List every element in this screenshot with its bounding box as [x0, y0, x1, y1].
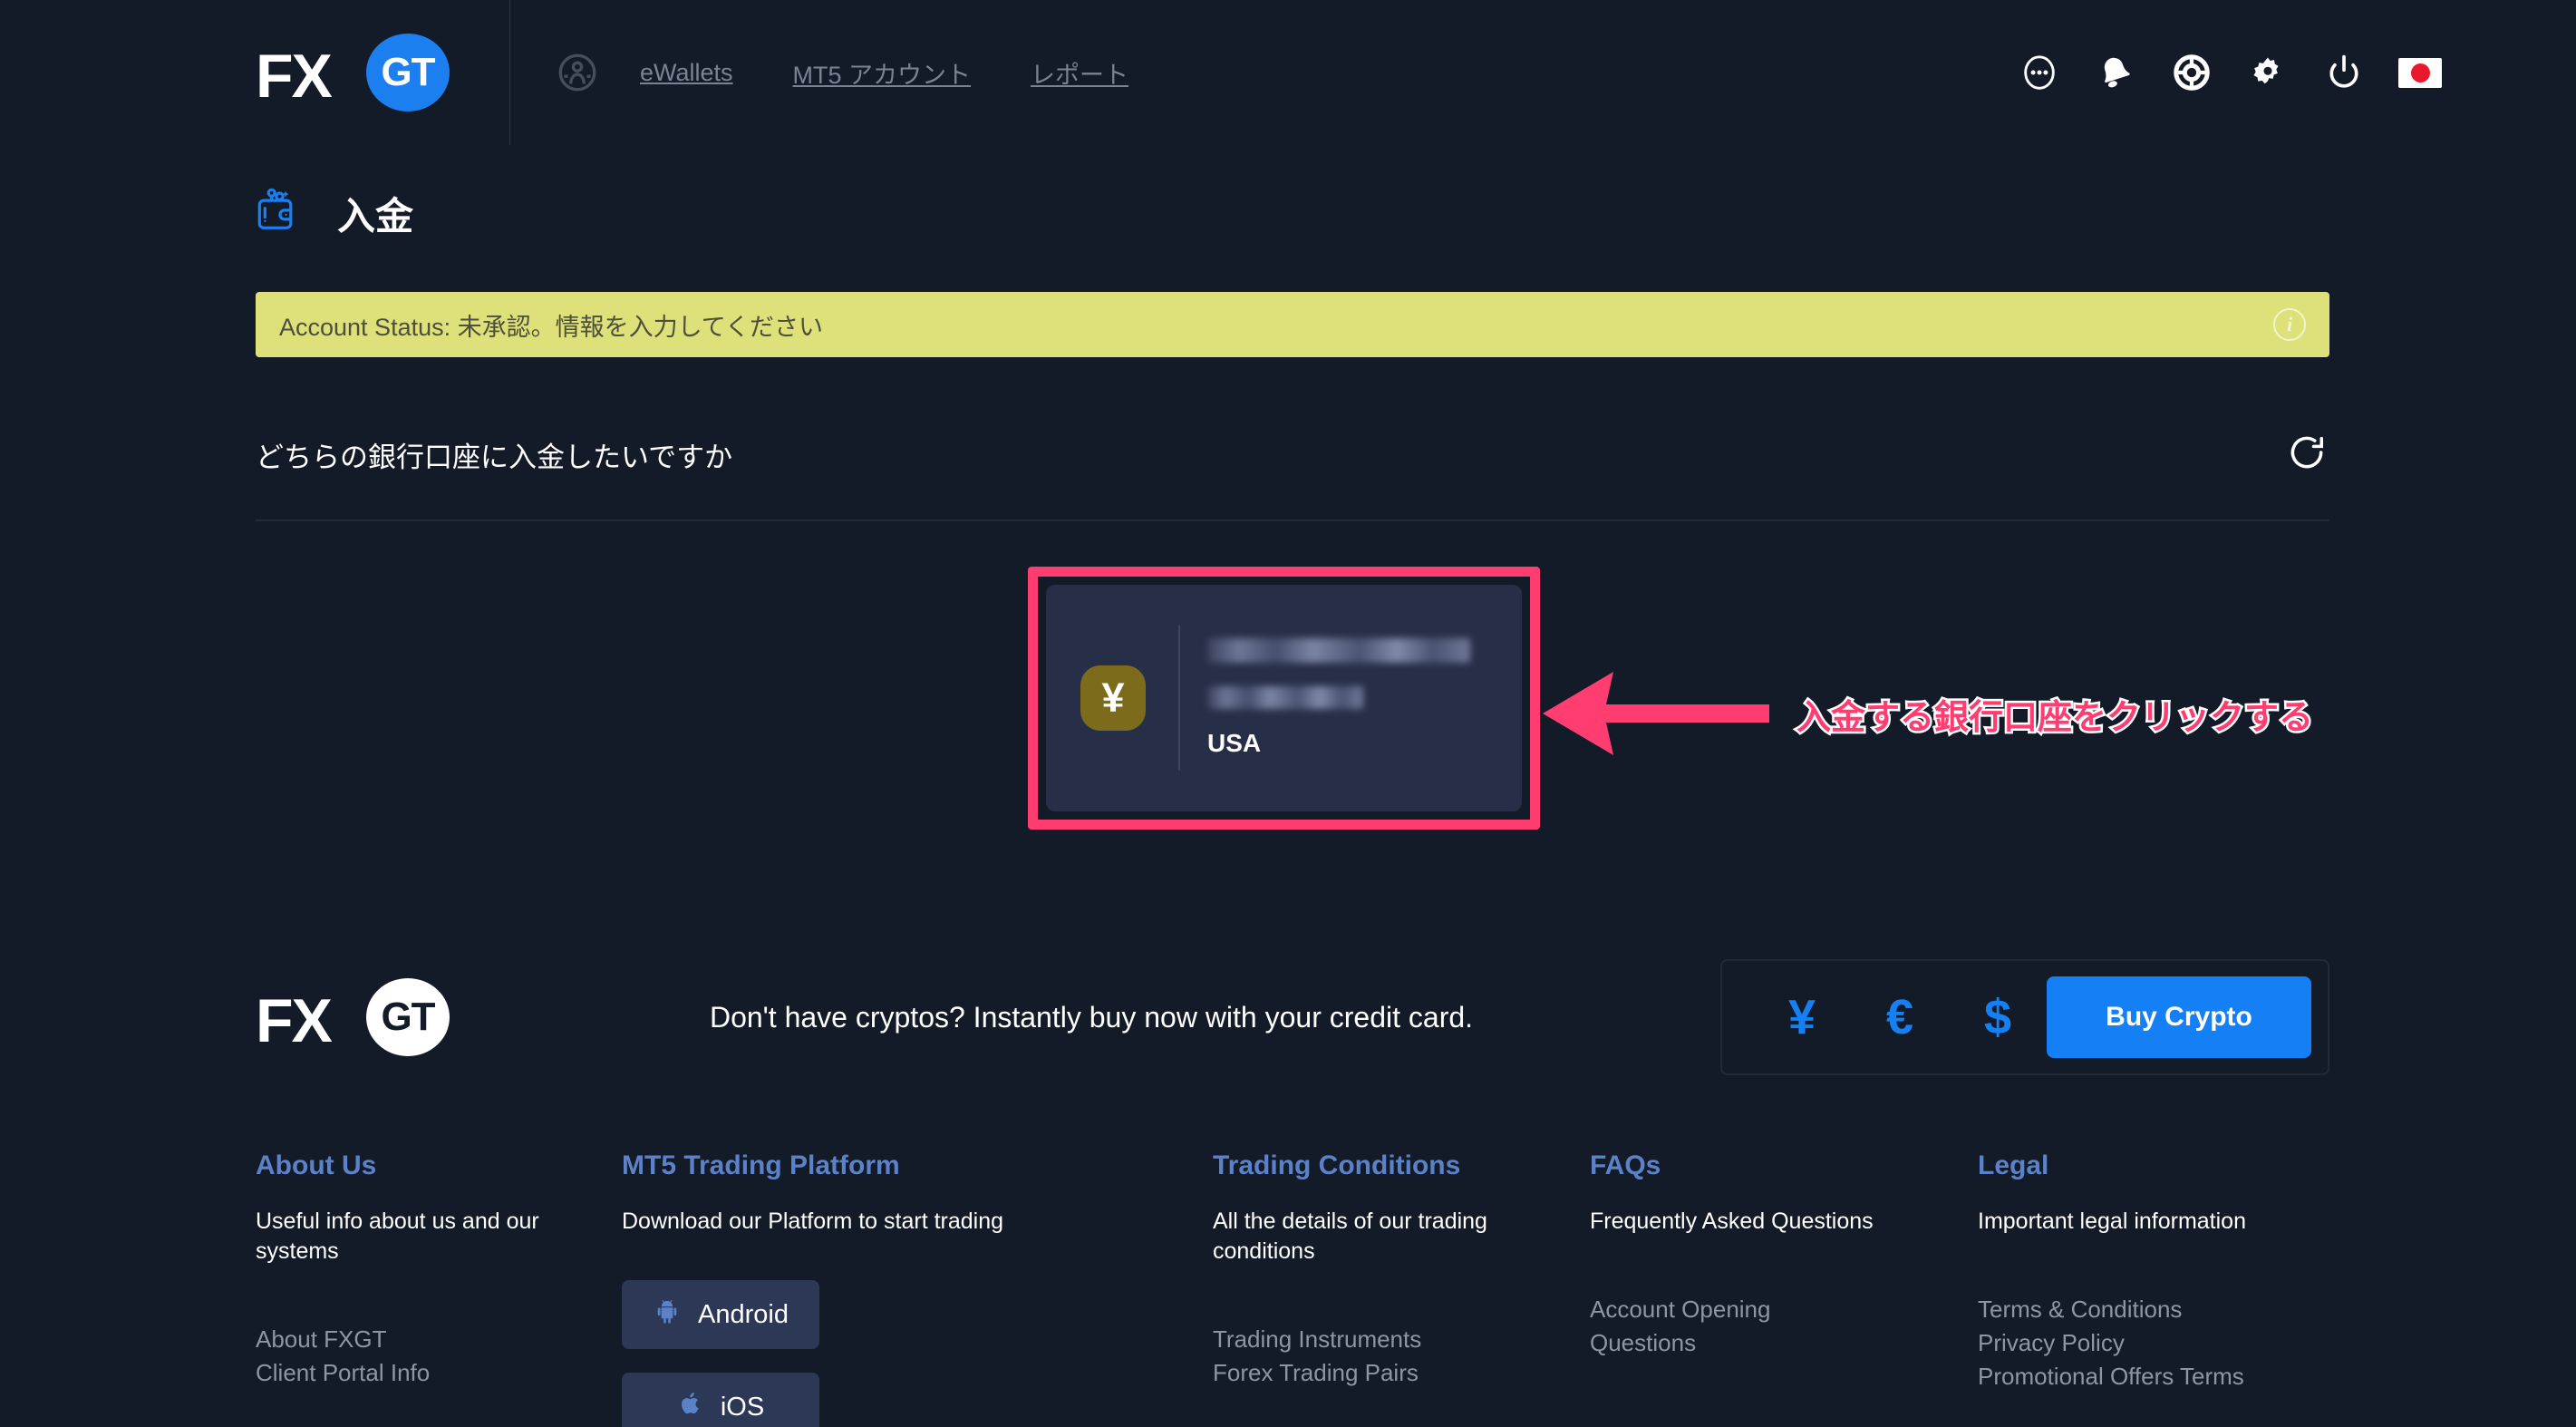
bell-icon[interactable] — [2077, 34, 2154, 111]
brand-logo[interactable]: FX GT — [256, 0, 466, 145]
android-download-button[interactable]: Android — [622, 1280, 819, 1349]
footer-links-trading-conditions: Trading Instruments Forex Trading Pairs — [1213, 1323, 1590, 1390]
footer-logo-fx-text: FX — [256, 986, 333, 1055]
bank-account-card[interactable]: ¥ USA — [1046, 585, 1522, 811]
nav-dashboard-icon[interactable] — [545, 40, 610, 105]
footer-links-legal: Terms & Conditions Privacy Policy Promot… — [1978, 1293, 2322, 1394]
footer-column-trading-conditions: Trading Conditions All the details of ou… — [1213, 1150, 1590, 1427]
footer-heading-about[interactable]: About Us — [256, 1150, 622, 1181]
footer-column-mt5: MT5 Trading Platform Download our Platfo… — [622, 1150, 1213, 1427]
card-separator — [1178, 626, 1180, 771]
footer-heading-trading-conditions[interactable]: Trading Conditions — [1213, 1150, 1590, 1181]
page-title: 入金 — [337, 195, 414, 238]
bank-card-highlight: ¥ USA — [1028, 567, 1540, 830]
footer-brand-logo: FX GT — [256, 978, 499, 1056]
nav-item-reports[interactable]: レポート — [1001, 55, 1158, 91]
bank-account-redacted — [1207, 686, 1363, 709]
logo-gt-badge: GT — [366, 34, 450, 112]
app-header: FX GT eWallets MT5 アカウント レポート — [0, 0, 2576, 145]
status-banner-text: Account Status: 未承認。情報を入力してください — [279, 313, 823, 341]
bank-question-row: どちらの銀行口座に入金したいですか — [256, 430, 2329, 521]
footer-desc-mt5: Download our Platform to start trading — [622, 1209, 1004, 1234]
bank-cards-area: ¥ USA 入金する銀行口座をクリックする — [256, 559, 2329, 868]
wallet-icon — [256, 186, 306, 241]
footer-desc-legal: Important legal information — [1978, 1209, 2246, 1234]
footer-heading-legal[interactable]: Legal — [1978, 1150, 2322, 1181]
more-icon[interactable] — [2001, 34, 2077, 111]
ios-download-button[interactable]: iOS — [622, 1373, 819, 1427]
crypto-buy-box: ¥ € $ Buy Crypto — [1720, 959, 2329, 1075]
footer-logo-gt-text: GT — [381, 995, 435, 1039]
gear-icon[interactable] — [2230, 34, 2306, 111]
footer-link-trading-instruments[interactable]: Trading Instruments — [1213, 1323, 1590, 1356]
footer-links-faqs: Account Opening Questions — [1590, 1293, 1978, 1360]
footer-desc-trading-conditions: All the details of our trading condition… — [1213, 1209, 1487, 1264]
apple-icon — [677, 1389, 704, 1425]
footer-link-promotional-offers-terms[interactable]: Promotional Offers Terms — [1978, 1360, 2322, 1393]
footer-link-questions[interactable]: Questions — [1590, 1326, 1978, 1360]
android-button-label: Android — [698, 1299, 789, 1329]
footer-desc-about: Useful info about us and our systems — [256, 1209, 539, 1264]
bank-card-info: USA — [1207, 638, 1470, 758]
page-content: 入金 Account Status: 未承認。情報を入力してください i どちら… — [0, 186, 2576, 1427]
bank-name-redacted — [1207, 638, 1470, 663]
ios-button-label: iOS — [720, 1392, 765, 1422]
currency-yen-icon: ¥ — [1787, 990, 1816, 1044]
buy-crypto-button[interactable]: Buy Crypto — [2047, 976, 2311, 1058]
header-divider — [509, 0, 510, 145]
currency-dollar-icon: $ — [1983, 990, 2012, 1044]
flag-icon[interactable] — [2382, 34, 2458, 111]
bank-card-country: USA — [1207, 729, 1262, 757]
refresh-icon[interactable] — [2284, 430, 2329, 480]
footer-link-forex-trading-pairs[interactable]: Forex Trading Pairs — [1213, 1356, 1590, 1390]
currency-euro-icon: € — [1885, 990, 1914, 1044]
nav-item-mt5-accounts[interactable]: MT5 アカウント — [763, 55, 1002, 91]
crypto-banner: FX GT Don't have cryptos? Instantly buy … — [256, 958, 2329, 1076]
footer-heading-faqs[interactable]: FAQs — [1590, 1150, 1978, 1181]
main-nav: eWallets MT5 アカウント レポート — [545, 0, 1158, 145]
bank-question-text: どちらの銀行口座に入金したいですか — [256, 442, 733, 473]
annotation-group: 入金する銀行口座をクリックする — [1543, 659, 2316, 768]
site-footer: About Us Useful info about us and our sy… — [256, 1150, 2329, 1427]
footer-column-faqs: FAQs Frequently Asked Questions Account … — [1590, 1150, 1978, 1427]
footer-link-about-fxgt[interactable]: About FXGT — [256, 1323, 622, 1356]
footer-link-account-opening[interactable]: Account Opening — [1590, 1293, 1978, 1326]
footer-desc-faqs: Frequently Asked Questions — [1590, 1209, 1874, 1234]
status-banner: Account Status: 未承認。情報を入力してください i — [256, 292, 2329, 357]
left-arrow-icon — [1543, 672, 1769, 755]
annotation-text: 入金する銀行口座をクリックする — [1794, 696, 2315, 739]
footer-link-client-portal-info[interactable]: Client Portal Info — [256, 1356, 622, 1390]
crypto-banner-message: Don't have cryptos? Instantly buy now wi… — [709, 1000, 1474, 1034]
header-actions — [2001, 0, 2458, 145]
footer-column-about: About Us Useful info about us and our sy… — [256, 1150, 622, 1427]
footer-logo-gt-badge: GT — [366, 978, 450, 1056]
nav-item-ewallets[interactable]: eWallets — [610, 59, 763, 87]
android-icon — [653, 1296, 682, 1333]
footer-links-about: About FXGT Client Portal Info — [256, 1323, 622, 1390]
footer-column-legal: Legal Important legal information Terms … — [1978, 1150, 2322, 1427]
footer-link-privacy-policy[interactable]: Privacy Policy — [1978, 1326, 2322, 1360]
logo-fx-text: FX — [256, 42, 333, 111]
lifebuoy-icon[interactable] — [2154, 34, 2230, 111]
currency-badge-icon: ¥ — [1080, 665, 1146, 731]
footer-link-terms-conditions[interactable]: Terms & Conditions — [1978, 1293, 2322, 1326]
power-icon[interactable] — [2306, 34, 2382, 111]
logo-gt-text: GT — [381, 50, 435, 94]
info-icon[interactable]: i — [2273, 308, 2306, 341]
footer-heading-mt5[interactable]: MT5 Trading Platform — [622, 1150, 1213, 1181]
page-title-row: 入金 — [256, 186, 2329, 241]
footer-store-buttons: Android iOS — [622, 1280, 984, 1427]
